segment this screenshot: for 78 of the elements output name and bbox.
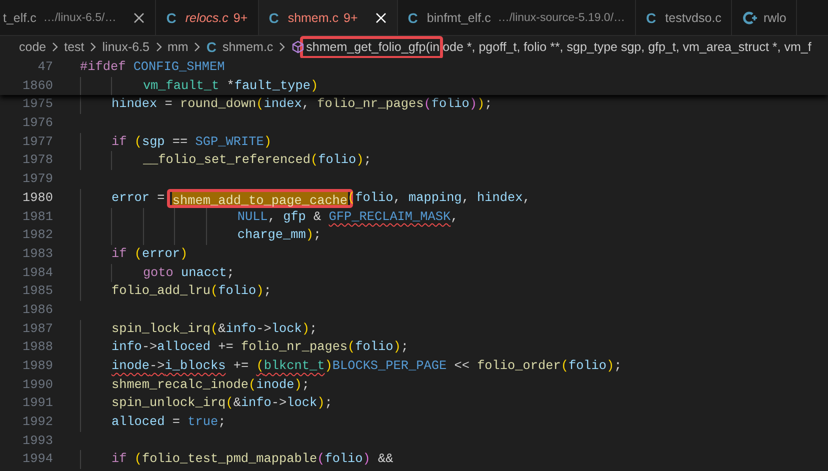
line-number: 1988 bbox=[22, 338, 53, 356]
line-number: 1985 bbox=[22, 282, 53, 300]
editor-tab[interactable]: t_elf.c …/linux-6.5/… bbox=[0, 0, 156, 35]
code-text: if (error) bbox=[80, 244, 188, 264]
editor-tab[interactable]: rwlo bbox=[732, 0, 798, 35]
breadcrumb-symbol[interactable]: ode *, pgoff_t, folio **, sgp_type sgp, gfp_t, vm_area_struct *, vm_f bbox=[442, 40, 812, 54]
line-number: 1984 bbox=[22, 264, 53, 282]
breadcrumb-item[interactable]: linux-6.5 bbox=[102, 40, 150, 54]
tab-label: relocs.c bbox=[185, 10, 228, 24]
code-text: folio_add_lru(folio); bbox=[80, 282, 272, 301]
tab-label: testvdso.c bbox=[665, 10, 722, 24]
line-number: 1981 bbox=[22, 208, 53, 226]
tab-label: shmem.c bbox=[288, 11, 339, 25]
code-text: info->alloced += folio_nr_pages(folio); bbox=[80, 338, 408, 357]
code-text: , bbox=[450, 208, 458, 226]
breadcrumb-item[interactable]: test bbox=[64, 40, 84, 54]
file-path: …/linux-6.5/… bbox=[43, 12, 116, 24]
chevron-icon bbox=[154, 42, 163, 52]
code-text: alloced = true; bbox=[80, 413, 226, 432]
method-icon bbox=[292, 40, 304, 54]
line-number: 1977 bbox=[22, 132, 53, 151]
tab-label: binfmt_elf.c bbox=[426, 10, 491, 24]
breadcrumb-item[interactable]: shmem.c bbox=[222, 40, 274, 54]
code-text: vm_fault_t *fault_type) bbox=[80, 76, 318, 96]
breadcrumb-item[interactable]: mm bbox=[168, 40, 188, 54]
line-number: 1989 bbox=[22, 357, 53, 375]
code-text: )BLOCKS_PER_PAGE << folio_order(folio); bbox=[324, 357, 622, 375]
line-number: 1976 bbox=[22, 114, 53, 132]
breadcrumb-item[interactable]: code bbox=[19, 40, 46, 54]
code-text: if (sgp == SGP_WRITE) bbox=[80, 132, 272, 152]
c-file-icon: C bbox=[206, 39, 216, 55]
editor-tab[interactable]: C binfmt_elf.c …/linux-source-5.19.0/… bbox=[398, 0, 636, 35]
line-number: 1975 bbox=[22, 95, 53, 114]
error-code: inode->i_blocks bbox=[80, 357, 226, 376]
line-number: 1993 bbox=[22, 432, 53, 450]
c-file-icon: C bbox=[268, 10, 279, 26]
close-icon[interactable] bbox=[133, 12, 146, 24]
file-path: …/linux-source-5.19.0/… bbox=[498, 12, 626, 24]
line-number: 1986 bbox=[22, 300, 53, 319]
line-number: 47 bbox=[36, 58, 53, 76]
tab-label: rwlo bbox=[763, 10, 786, 24]
code-text: spin_lock_irq(&info->lock); bbox=[80, 320, 318, 338]
tab-label: t_elf.c bbox=[3, 10, 36, 24]
code-text: #ifdef CONFIG_SHMEM bbox=[80, 58, 225, 76]
line-number: 1982 bbox=[22, 226, 53, 244]
error-code: (blkcnt_t bbox=[256, 357, 325, 375]
problem-count: 9+ bbox=[233, 10, 248, 24]
code-text: spin_unlock_irq(&info->lock); bbox=[80, 394, 332, 414]
c-file-icon: C bbox=[166, 10, 176, 26]
code-text: goto unacct; bbox=[80, 264, 234, 282]
editor-tab[interactable]: C testvdso.c bbox=[636, 0, 732, 35]
line-number: 1990 bbox=[22, 376, 53, 394]
code-text: hindex = round_down(index, folio_nr_pages(folio)); bbox=[80, 95, 492, 114]
code-text: NULL, gfp & bbox=[80, 208, 329, 226]
chevron-icon bbox=[89, 42, 98, 52]
line-number: 1860 bbox=[22, 76, 53, 95]
line-number: 1979 bbox=[22, 170, 53, 188]
error-code: GFP_RECLAIM_MASK bbox=[328, 208, 451, 226]
code-text: shmem_recalc_inode(inode); bbox=[80, 376, 310, 394]
line-number: 1992 bbox=[22, 413, 53, 432]
cpp-file-icon bbox=[744, 11, 758, 24]
editor-tab[interactable]: C shmem.c 9+ bbox=[258, 0, 398, 35]
c-file-icon: C bbox=[408, 10, 418, 26]
chevron-icon bbox=[278, 42, 286, 52]
problem-count: 9+ bbox=[344, 11, 358, 25]
line-number: 1983 bbox=[22, 244, 53, 263]
code-text: += bbox=[232, 357, 250, 375]
chevron-icon bbox=[193, 42, 202, 52]
line-number: 1991 bbox=[22, 394, 53, 412]
code-text: charge_mm); bbox=[80, 226, 322, 245]
line-number: 1987 bbox=[22, 320, 53, 338]
line-number: 1978 bbox=[22, 151, 53, 170]
line-number: 1994 bbox=[22, 450, 53, 468]
code-text: if (folio_test_pmd_mappable(folio) && bbox=[80, 450, 394, 470]
line-number: 1980 bbox=[22, 188, 53, 207]
c-file-icon: C bbox=[646, 10, 656, 26]
chevron-icon bbox=[51, 42, 60, 52]
code-text: __folio_set_referenced(folio); bbox=[80, 151, 372, 170]
